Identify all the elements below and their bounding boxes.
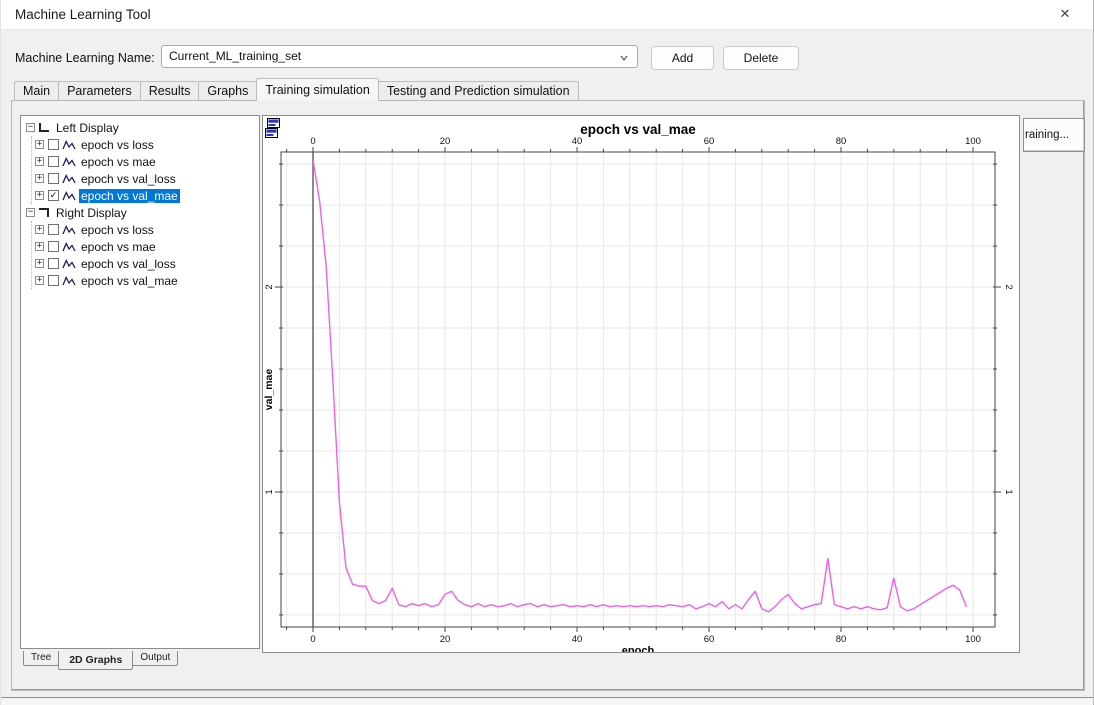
tab-results[interactable]: Results [140, 81, 200, 101]
tree-item-label: epoch vs mae [79, 240, 158, 254]
bottom-tab-strip: Tree 2D Graphs Output [24, 651, 178, 670]
x-tick-label-top: 40 [572, 136, 583, 147]
curve-icon [62, 241, 76, 253]
training-button-label: raining... [1025, 129, 1069, 141]
tree-group-label: Right Display [54, 206, 129, 220]
tree-item-label: epoch vs val_loss [79, 172, 178, 186]
right-axis-icon [39, 208, 49, 217]
tab-strip: Main Parameters Results Graphs Training … [15, 78, 579, 101]
x-tick-label-bottom: 60 [704, 634, 715, 645]
curve-icon [62, 156, 76, 168]
x-tick-label-bottom: 20 [440, 634, 451, 645]
tree-item-label: epoch vs loss [79, 138, 156, 152]
chart-panel: 0 0 20 20 40 40 60 60 80 80 100 100 1 1 2 2 epoch vs val… [262, 115, 1020, 653]
tree-item-label: epoch vs val_mae [79, 274, 180, 288]
expand-icon[interactable]: + [35, 276, 44, 285]
x-tick-label-bottom: 80 [836, 634, 847, 645]
display-tree-panel: − Left Display + epoch vs loss + epoch vs mae… [20, 115, 260, 649]
curve-icon [62, 224, 76, 236]
collapse-icon[interactable]: − [26, 123, 35, 132]
tree-group-right-display[interactable]: − Right Display [23, 204, 259, 221]
ml-name-value: Current_ML_training_set [169, 49, 301, 63]
training-simulation-page: − Left Display + epoch vs loss + epoch vs mae… [11, 100, 1085, 691]
close-icon[interactable]: ✕ [1055, 6, 1075, 24]
x-tick-label-bottom: 0 [310, 634, 315, 645]
tree-item-label: epoch vs val_mae [79, 189, 180, 203]
y-tick-label-right: 1 [1003, 489, 1014, 494]
curve-icon [62, 258, 76, 270]
tree-item[interactable]: + epoch vs val_loss [32, 255, 259, 272]
expand-icon[interactable]: + [35, 157, 44, 166]
tab-main[interactable]: Main [14, 81, 59, 101]
add-button[interactable]: Add [651, 46, 714, 70]
tab-testing-prediction-simulation[interactable]: Testing and Prediction simulation [378, 81, 579, 101]
x-tick-label-bottom: 100 [965, 634, 981, 645]
x-tick-label-top: 0 [310, 136, 315, 147]
delete-button[interactable]: Delete [723, 46, 799, 70]
y-axis-label: val_mae [263, 369, 275, 411]
checkbox[interactable]: ✓ [48, 190, 59, 201]
tree-item[interactable]: + epoch vs loss [32, 136, 259, 153]
checkbox[interactable] [48, 241, 59, 252]
expand-icon[interactable]: + [35, 242, 44, 251]
training-chart: 0 0 20 20 40 40 60 60 80 80 100 100 1 1 2 2 epoch vs val… [263, 116, 1019, 652]
x-tick-label-top: 100 [965, 136, 981, 147]
expand-icon[interactable]: + [35, 174, 44, 183]
tree-item-label: epoch vs val_loss [79, 257, 178, 271]
tree-item[interactable]: + ✓ epoch vs val_mae [32, 187, 259, 204]
y-tick-label-left: 2 [264, 284, 275, 289]
ml-name-combobox[interactable]: Current_ML_training_set [161, 45, 638, 68]
window-bottom-strip [1, 698, 1093, 705]
x-tick-label-top: 80 [836, 136, 847, 147]
title-bar: Machine Learning Tool ✕ [1, 0, 1093, 30]
y-tick-label-right: 2 [1003, 284, 1014, 289]
y-tick-label-left: 1 [264, 489, 275, 494]
expand-icon[interactable]: + [35, 225, 44, 234]
tree-item[interactable]: + epoch vs mae [32, 238, 259, 255]
window-title: Machine Learning Tool [15, 7, 151, 22]
checkbox[interactable] [48, 275, 59, 286]
checkbox[interactable] [48, 173, 59, 184]
curve-icon [62, 173, 76, 185]
curve-icon [62, 275, 76, 287]
x-tick-label-top: 20 [440, 136, 451, 147]
checkbox[interactable] [48, 258, 59, 269]
tab-tree[interactable]: Tree [23, 651, 59, 666]
x-tick-label-bottom: 40 [572, 634, 583, 645]
tab-parameters[interactable]: Parameters [58, 81, 141, 101]
checkbox[interactable] [48, 156, 59, 167]
chart-display-icon[interactable] [265, 118, 281, 140]
plot-area [281, 152, 995, 627]
tree-group-left-display[interactable]: − Left Display [23, 119, 259, 136]
tab-2d-graphs[interactable]: 2D Graphs [58, 651, 133, 670]
tree-item[interactable]: + epoch vs loss [32, 221, 259, 238]
checkbox[interactable] [48, 139, 59, 150]
chart-title: epoch vs val_mae [580, 122, 696, 137]
ml-name-label: Machine Learning Name: [15, 51, 155, 65]
x-tick-label-top: 60 [704, 136, 715, 147]
expand-icon[interactable]: + [35, 140, 44, 149]
training-button[interactable]: raining... [1023, 118, 1085, 152]
tab-training-simulation[interactable]: Training simulation [256, 78, 378, 101]
tree-item-label: epoch vs loss [79, 223, 156, 237]
tree-item-label: epoch vs mae [79, 155, 158, 169]
expand-icon[interactable]: + [35, 191, 44, 200]
chevron-down-icon [620, 54, 628, 62]
curve-icon [62, 190, 76, 202]
expand-icon[interactable]: + [35, 259, 44, 268]
tree-item[interactable]: + epoch vs mae [32, 153, 259, 170]
tab-graphs[interactable]: Graphs [198, 81, 257, 101]
curve-icon [62, 139, 76, 151]
collapse-icon[interactable]: − [26, 208, 35, 217]
tree-item[interactable]: + epoch vs val_loss [32, 170, 259, 187]
tree-item[interactable]: + epoch vs val_mae [32, 272, 259, 289]
left-axis-icon [39, 123, 49, 132]
app-window: Machine Learning Tool ✕ Machine Learning… [0, 0, 1094, 705]
checkbox[interactable] [48, 224, 59, 235]
x-axis-label: epoch [622, 645, 655, 652]
tab-output[interactable]: Output [132, 651, 178, 666]
tree-group-label: Left Display [54, 121, 121, 135]
